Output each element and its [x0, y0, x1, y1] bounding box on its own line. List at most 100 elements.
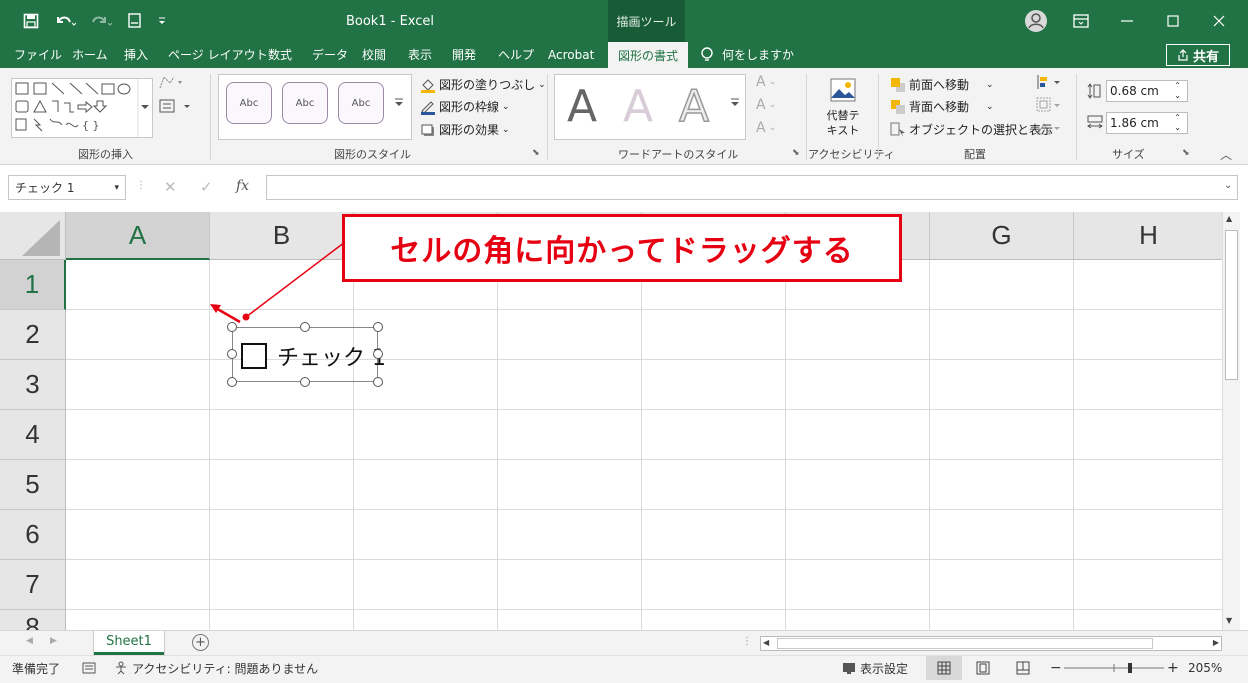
tab-file[interactable]: ファイル	[14, 42, 62, 68]
vertical-scroll-thumb[interactable]	[1225, 230, 1238, 380]
shape-style-sample-3[interactable]: Abc	[338, 82, 384, 124]
display-settings-button[interactable]: 表示設定	[842, 656, 908, 680]
column-header-h[interactable]: H	[1074, 212, 1222, 260]
expand-formula-bar-icon[interactable]: ⌄	[1224, 180, 1232, 191]
tab-view[interactable]: 表示	[408, 42, 432, 68]
collapse-ribbon-icon[interactable]: ︿	[1220, 146, 1232, 163]
shape-effects-button[interactable]: 図形の効果 ⌄	[420, 121, 510, 138]
save-icon[interactable]	[18, 0, 44, 42]
ribbon-display-options-icon[interactable]	[1066, 0, 1096, 42]
zoom-level[interactable]: 205%	[1188, 656, 1222, 680]
alt-text-button[interactable]: 代替テキスト	[826, 108, 860, 138]
sheet-next-icon[interactable]: ▶	[50, 636, 57, 646]
group-objects-icon[interactable]	[1036, 97, 1062, 113]
vertical-scrollbar[interactable]: ▲ ▼	[1222, 212, 1240, 630]
undo-icon[interactable]	[50, 0, 80, 42]
row-header-5[interactable]: 5	[0, 460, 66, 510]
shape-outline-button[interactable]: 図形の枠線 ⌄	[420, 98, 510, 115]
row-header-7[interactable]: 7	[0, 560, 66, 610]
zoom-slider[interactable]	[1064, 656, 1164, 680]
select-all-corner[interactable]	[0, 212, 66, 260]
account-avatar-icon[interactable]	[1022, 0, 1050, 42]
scroll-left-icon[interactable]: ◀	[763, 638, 769, 647]
close-icon[interactable]	[1204, 0, 1234, 42]
text-effects-icon[interactable]: A ⌄	[756, 120, 776, 136]
tab-page-layout[interactable]: ページ レイアウト	[168, 42, 268, 68]
shape-fill-button[interactable]: 図形の塗りつぶし ⌄	[420, 76, 546, 93]
shape-width-input[interactable]: 1.86 cm ⌃ ⌄	[1106, 112, 1188, 134]
alt-text-picture-icon[interactable]	[828, 76, 858, 106]
normal-view-icon[interactable]	[926, 656, 962, 680]
row-header-4[interactable]: 4	[0, 410, 66, 460]
resize-handle-top-left[interactable]	[227, 322, 237, 332]
horizontal-scroll-thumb[interactable]	[777, 638, 1153, 649]
column-header-a[interactable]: A	[66, 212, 210, 260]
rotate-icon[interactable]	[1036, 120, 1062, 136]
accessibility-status[interactable]: アクセシビリティ: 問題ありません	[114, 656, 318, 680]
macro-record-icon[interactable]	[82, 656, 96, 680]
tab-shape-format[interactable]: 図形の書式	[608, 42, 689, 68]
align-icon[interactable]	[1036, 74, 1062, 90]
name-box[interactable]: チェック 1 ▾	[8, 175, 126, 200]
resize-handle-bottom[interactable]	[300, 377, 310, 387]
zoom-out-icon[interactable]: −	[1050, 656, 1062, 680]
worksheet-grid[interactable]: A B C D E F G H 1 2 3 4 5 6 7 8 セルの角に向かっ…	[0, 212, 1222, 630]
minimize-icon[interactable]	[1112, 0, 1142, 42]
row-header-3[interactable]: 3	[0, 360, 66, 410]
cancel-icon[interactable]: ✕	[164, 178, 177, 196]
horizontal-scrollbar[interactable]: ◀ ▶	[760, 636, 1222, 651]
text-outline-icon[interactable]: A ⌄	[756, 97, 776, 113]
tab-formulas[interactable]: 数式	[268, 42, 292, 68]
resize-handle-left[interactable]	[227, 349, 237, 359]
scroll-up-icon[interactable]: ▲	[1226, 214, 1232, 223]
send-backward-button[interactable]: 背面へ移動 ⌄	[890, 98, 994, 115]
checkbox-label[interactable]: チェック 1	[277, 340, 386, 372]
insert-function-icon[interactable]: fx	[236, 178, 249, 194]
tell-me-search[interactable]: 何をしますか	[700, 42, 794, 68]
shape-style-sample-1[interactable]: Abc	[226, 82, 272, 124]
row-header-1[interactable]: 1	[0, 260, 66, 310]
page-layout-view-icon[interactable]	[976, 656, 990, 680]
formula-input[interactable]	[266, 175, 1238, 200]
edit-shape-icon[interactable]	[158, 74, 186, 90]
wordart-sample-3[interactable]: A	[668, 80, 720, 133]
sheet-prev-icon[interactable]: ◀	[26, 636, 33, 646]
row-header-8[interactable]: 8	[0, 610, 66, 630]
resize-handle-top-right[interactable]	[373, 322, 383, 332]
wordart-sample-2[interactable]: A	[612, 80, 664, 132]
tab-home[interactable]: ホーム	[72, 42, 108, 68]
size-launcher-icon[interactable]: ⬊	[1182, 148, 1190, 158]
scroll-right-icon[interactable]: ▶	[1213, 638, 1219, 647]
enter-icon[interactable]: ✓	[200, 178, 213, 196]
resize-handle-bottom-left[interactable]	[227, 377, 237, 387]
splitter-grip-icon[interactable]: ⋮	[742, 636, 752, 647]
shape-styles-launcher-icon[interactable]: ⬊	[532, 148, 540, 158]
tab-data[interactable]: データ	[312, 42, 348, 68]
shape-styles-more-icon[interactable]	[392, 96, 406, 110]
column-header-g[interactable]: G	[930, 212, 1074, 260]
customize-qat-icon[interactable]	[152, 0, 172, 42]
checkbox[interactable]	[241, 343, 267, 369]
wordart-more-icon[interactable]	[728, 96, 742, 110]
page-break-view-icon[interactable]	[1016, 656, 1030, 680]
resize-handle-bottom-right[interactable]	[373, 377, 383, 387]
new-sheet-icon[interactable]: +	[192, 634, 209, 651]
name-box-dropdown-icon[interactable]: ▾	[114, 183, 119, 193]
height-spinner-icon[interactable]: ⌃ ⌄	[1174, 81, 1181, 101]
redo-icon[interactable]	[86, 0, 118, 42]
tab-help[interactable]: ヘルプ	[498, 42, 534, 68]
shape-style-sample-2[interactable]: Abc	[282, 82, 328, 124]
zoom-in-icon[interactable]: +	[1167, 656, 1179, 680]
shape-height-input[interactable]: 0.68 cm ⌃ ⌄	[1106, 80, 1188, 102]
row-header-6[interactable]: 6	[0, 510, 66, 560]
text-box-icon[interactable]	[158, 98, 194, 114]
scroll-down-icon[interactable]: ▼	[1226, 616, 1232, 625]
print-preview-icon[interactable]	[124, 0, 146, 42]
tab-acrobat[interactable]: Acrobat	[548, 42, 594, 68]
bring-forward-button[interactable]: 前面へ移動 ⌄	[890, 76, 994, 93]
text-fill-icon[interactable]: A ⌄	[756, 74, 776, 90]
width-spinner-icon[interactable]: ⌃ ⌄	[1174, 113, 1181, 133]
tab-developer[interactable]: 開発	[452, 42, 476, 68]
tab-insert[interactable]: 挿入	[124, 42, 148, 68]
shape-gallery[interactable]: { }	[11, 78, 153, 138]
